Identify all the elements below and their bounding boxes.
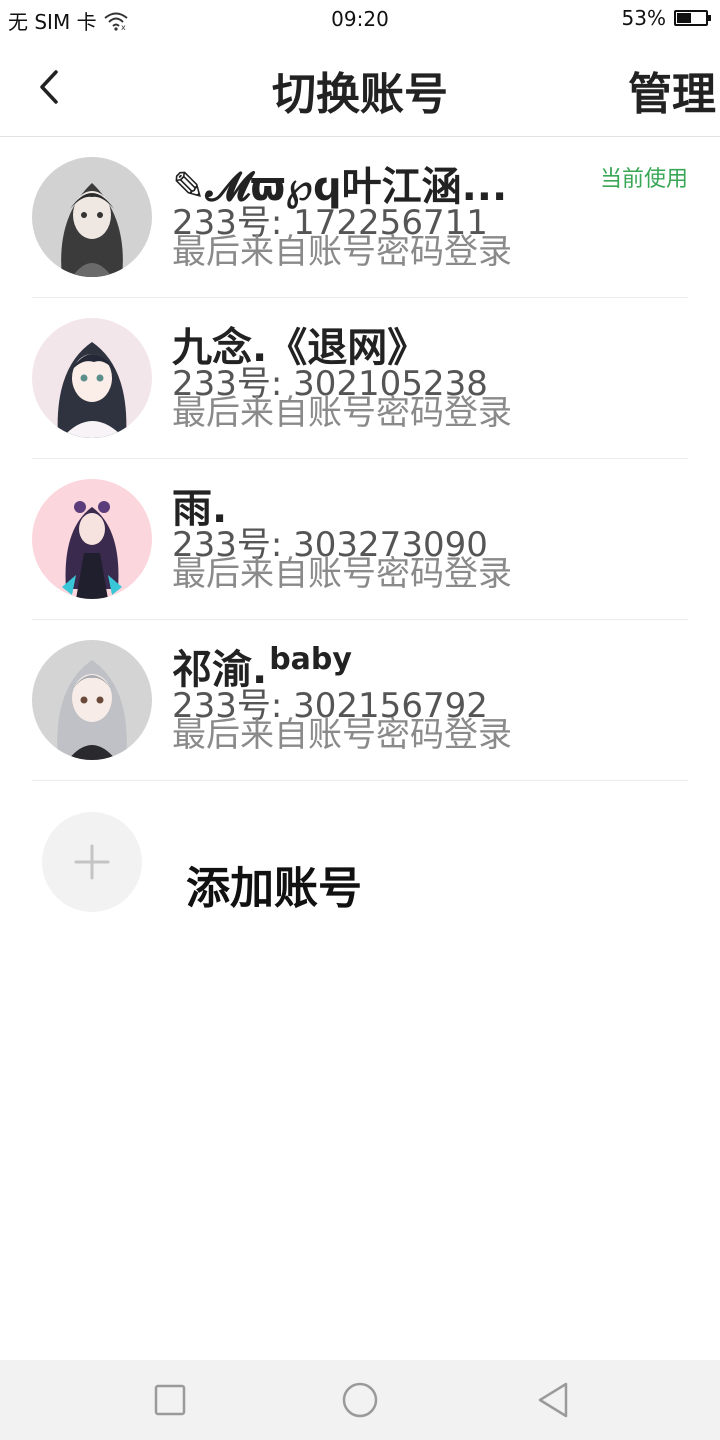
manage-button[interactable]: 管理 bbox=[628, 58, 716, 122]
add-account-label: 添加账号 bbox=[186, 863, 362, 914]
battery-icon bbox=[674, 10, 711, 26]
circle-icon bbox=[342, 1382, 378, 1418]
avatar bbox=[32, 318, 152, 438]
add-account-button[interactable]: 添加账号 bbox=[42, 812, 682, 914]
add-account-circle bbox=[42, 812, 142, 912]
recent-apps-button[interactable] bbox=[150, 1380, 190, 1420]
status-bar: 无 SIM 卡 x 09:20 53% bbox=[0, 0, 720, 38]
account-item[interactable]: 雨. 233号: 303273090 最后来自账号密码登录 bbox=[32, 459, 688, 620]
current-account-badge: 当前使用 bbox=[599, 167, 688, 192]
clock: 09:20 bbox=[331, 7, 389, 31]
home-button[interactable] bbox=[340, 1380, 380, 1420]
triangle-back-icon bbox=[538, 1382, 568, 1418]
system-back-button[interactable] bbox=[534, 1380, 574, 1420]
name-suffix: baby bbox=[269, 642, 352, 677]
account-item[interactable]: 祁渝.baby 233号: 302156792 最后来自账号密码登录 bbox=[32, 620, 688, 781]
login-method: 最后来自账号密码登录 bbox=[172, 393, 512, 433]
square-icon bbox=[154, 1384, 186, 1416]
login-method: 最后来自账号密码登录 bbox=[172, 232, 512, 272]
top-nav-bar: 切换账号 管理 bbox=[0, 38, 720, 137]
account-list: ✎𝓜ϖ℘ϥ叶江涵... 233号: 172256711 最后来自账号密码登录 当… bbox=[0, 137, 720, 781]
battery-status: 53% bbox=[621, 6, 711, 30]
avatar bbox=[32, 640, 152, 760]
page-title: 切换账号 bbox=[272, 69, 448, 120]
system-nav-bar bbox=[0, 1360, 720, 1440]
account-item[interactable]: 九念.《退网》 233号: 302105238 最后来自账号密码登录 bbox=[32, 298, 688, 459]
avatar bbox=[32, 157, 152, 277]
login-method: 最后来自账号密码登录 bbox=[172, 554, 512, 594]
login-method: 最后来自账号密码登录 bbox=[172, 715, 512, 755]
avatar bbox=[32, 479, 152, 599]
account-item[interactable]: ✎𝓜ϖ℘ϥ叶江涵... 233号: 172256711 最后来自账号密码登录 当… bbox=[32, 137, 688, 298]
battery-percent: 53% bbox=[621, 6, 666, 30]
plus-icon bbox=[74, 844, 110, 880]
